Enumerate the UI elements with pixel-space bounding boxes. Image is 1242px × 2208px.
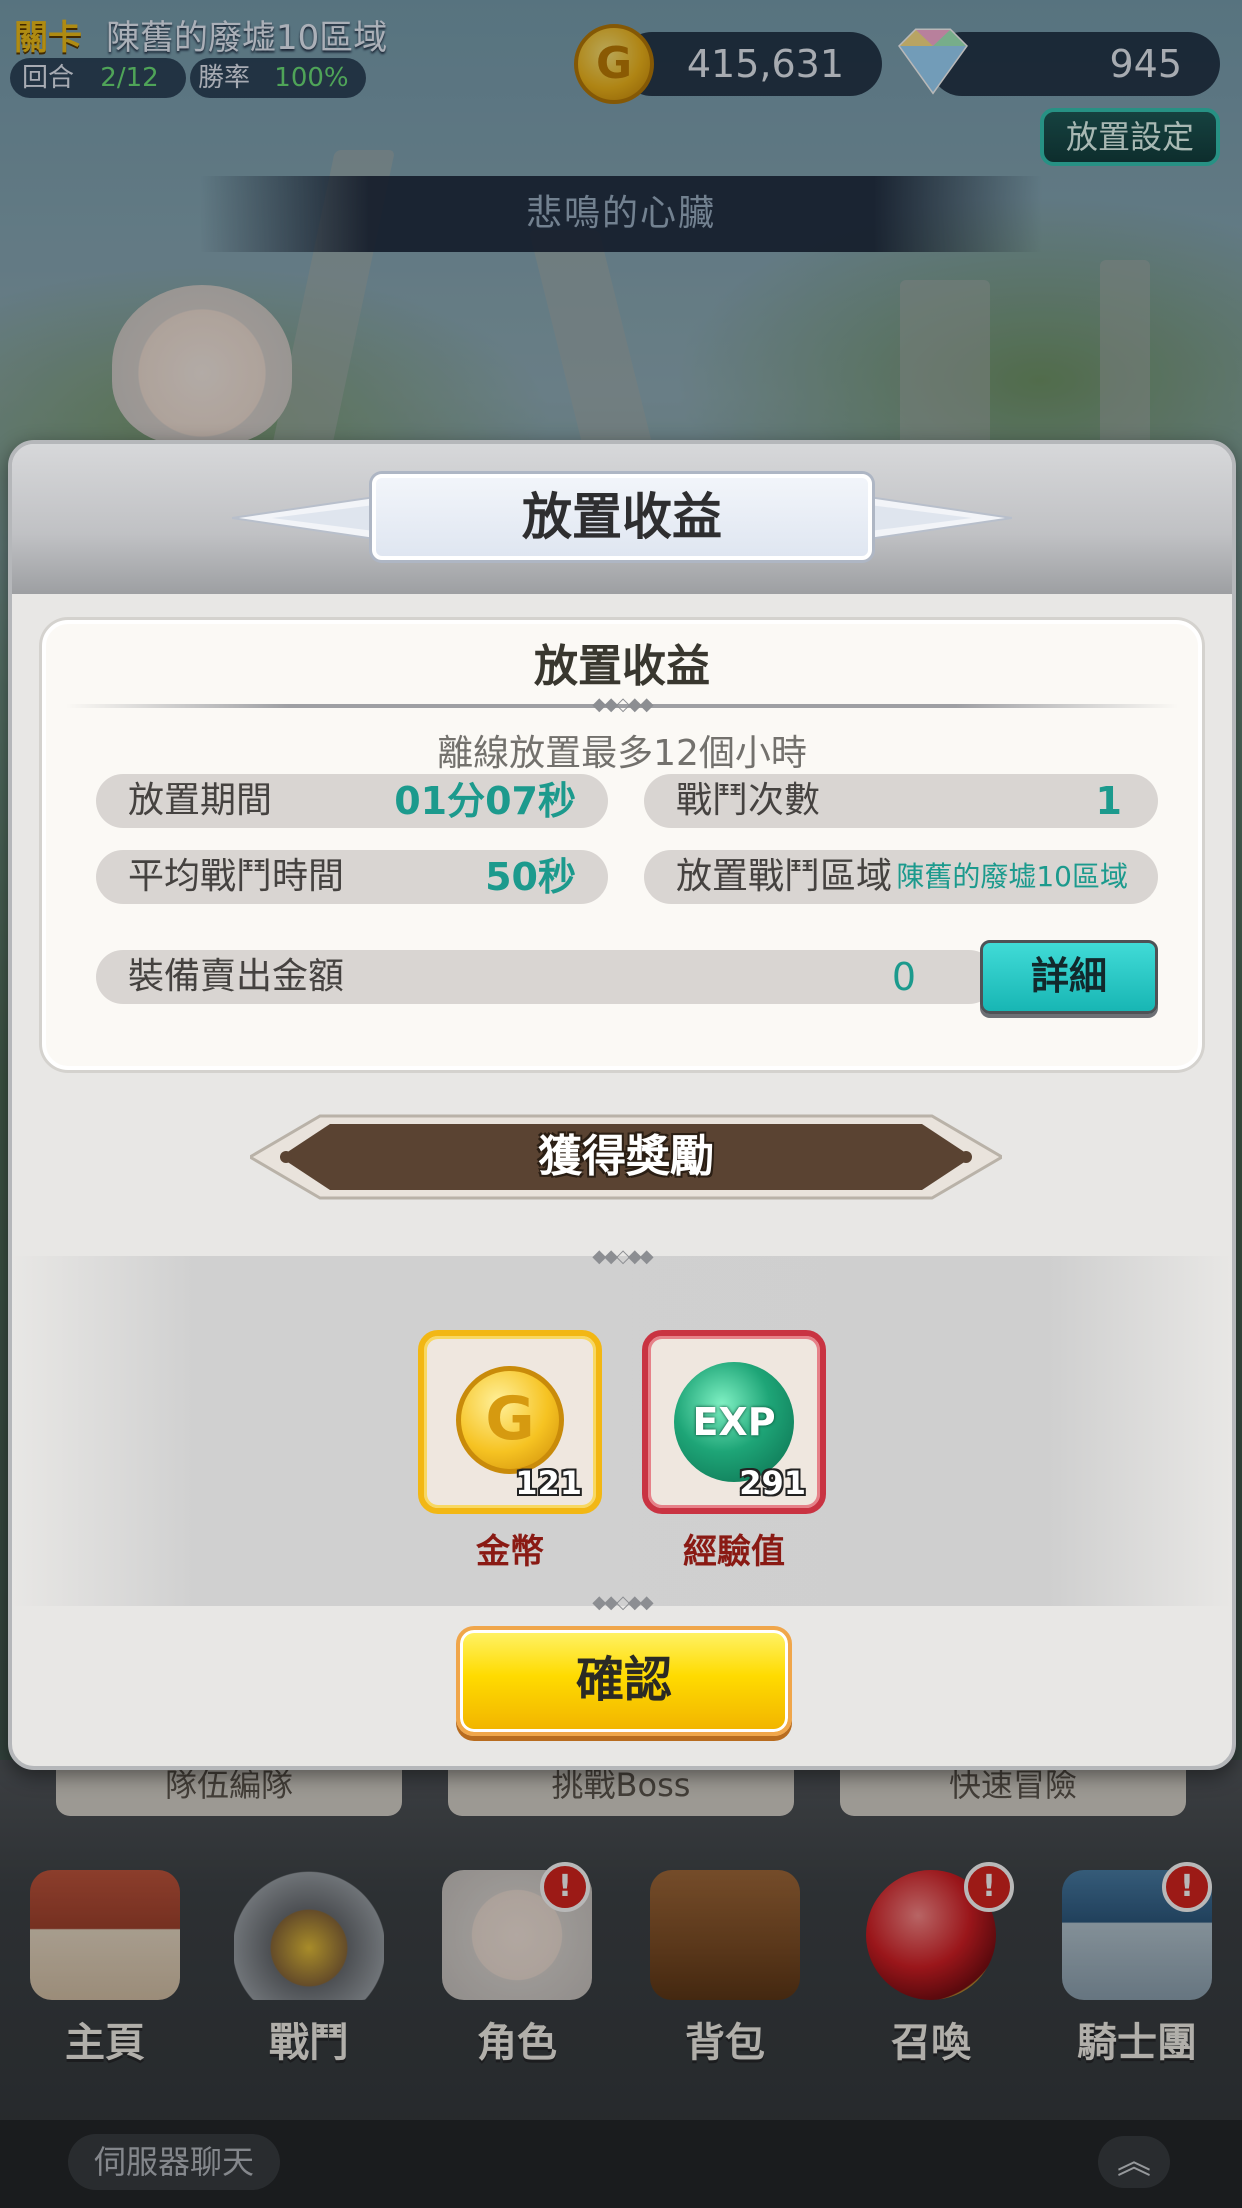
- rewards-title: 獲得獎勵: [538, 1131, 714, 1182]
- reward-quantity: 291: [739, 1464, 806, 1502]
- details-button[interactable]: 詳細: [980, 940, 1158, 1014]
- gold-coin-icon: G: [456, 1366, 564, 1474]
- gear-sold-label: 裝備賣出金額: [128, 956, 345, 997]
- title-left-wing-ornament: [232, 494, 382, 542]
- exp-reward-item[interactable]: EXP 291: [642, 1330, 826, 1514]
- diamond-ornament: ◆◆◇◆◆: [592, 694, 653, 715]
- card-title: 放置收益: [534, 641, 710, 692]
- battle-count-value: 1: [1095, 779, 1122, 823]
- gear-sold-row: 裝備賣出金額 0: [96, 950, 996, 1004]
- reward-quantity: 121: [515, 1464, 582, 1502]
- confirm-button[interactable]: 確認: [456, 1626, 792, 1736]
- gold-reward-item[interactable]: G 121: [418, 1330, 602, 1514]
- gear-sold-value: 0: [891, 955, 916, 999]
- offline-limit-note: 離線放置最多12個小時: [437, 733, 807, 774]
- reward-name: 經驗值: [683, 1532, 785, 1572]
- idle-duration-row: 放置期間 01分07秒: [96, 774, 608, 828]
- title-right-wing-ornament: [862, 494, 1012, 542]
- battle-area-label: 放置戰鬥區域: [676, 856, 893, 897]
- reward-name: 金幣: [476, 1532, 544, 1572]
- battle-count-row: 戰鬥次數 1: [644, 774, 1158, 828]
- battle-area-row: 放置戰鬥區域 陳舊的廢墟10區域: [644, 850, 1158, 904]
- diamond-ornament: ◆◆◇◆◆: [592, 1246, 653, 1267]
- battle-count-label: 戰鬥次數: [676, 780, 821, 821]
- avg-battle-time-label: 平均戰鬥時間: [128, 856, 345, 897]
- idle-rewards-dialog: 放置收益 放置收益 ◆◆◇◆◆ 離線放置最多12個小時 放置期間 01分07秒 …: [8, 440, 1236, 1770]
- idle-duration-label: 放置期間: [128, 780, 273, 821]
- dialog-title: 放置收益: [372, 474, 872, 560]
- avg-battle-time-value: 50秒: [485, 855, 576, 899]
- idle-duration-value: 01分07秒: [394, 779, 576, 823]
- avg-battle-time-row: 平均戰鬥時間 50秒: [96, 850, 608, 904]
- rewards-panel: ◆◆◇◆◆ ◆◆◇◆◆ G 121 金幣 EXP 291 經驗值: [12, 1246, 1232, 1613]
- battle-area-value: 陳舊的廢墟10區域: [896, 860, 1128, 893]
- diamond-ornament: ◆◆◇◆◆: [592, 1592, 653, 1613]
- idle-summary-card: 放置收益 ◆◆◇◆◆ 離線放置最多12個小時 放置期間 01分07秒 戰鬥次數 …: [42, 620, 1202, 1070]
